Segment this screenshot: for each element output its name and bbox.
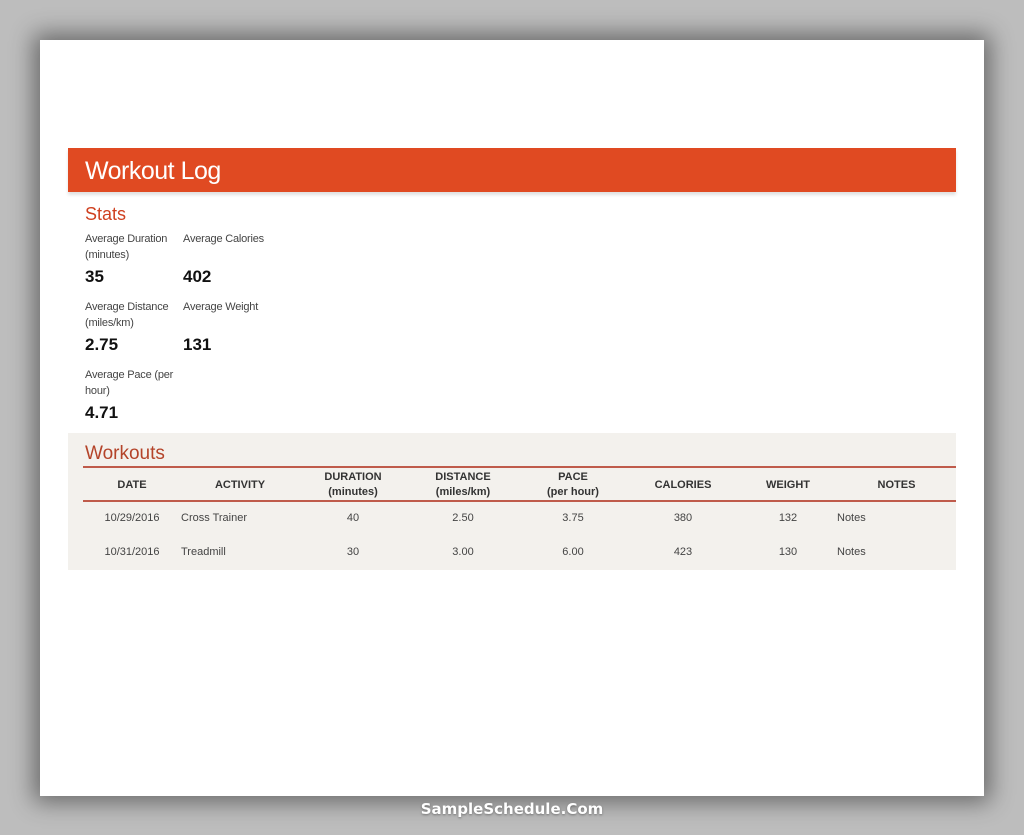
watermark: SampleSchedule.Com [420, 800, 604, 818]
column-header-pace[interactable]: PACE (per hour) [519, 469, 627, 501]
cell-date[interactable]: 10/31/2016 [83, 535, 181, 569]
cell-notes[interactable]: Notes [837, 501, 956, 535]
cell-weight[interactable]: 132 [739, 501, 837, 535]
column-header-date[interactable]: DATE [83, 469, 181, 501]
stat-label: Average Distance (miles/km) [85, 301, 169, 329]
stat-average-distance: Average Distance (miles/km) 2.75 [85, 299, 180, 355]
title-banner: Workout Log [68, 148, 956, 192]
stat-value: 2.75 [85, 335, 119, 354]
cell-pace[interactable]: 6.00 [519, 535, 627, 569]
cell-duration[interactable]: 30 [299, 535, 407, 569]
column-header-calories[interactable]: CALORIES [627, 469, 739, 501]
cell-notes[interactable]: Notes [837, 535, 956, 569]
table-header-row: DATE ACTIVITY DURATION (minutes) DISTANCE… [83, 469, 956, 501]
cell-activity[interactable]: Treadmill [181, 535, 299, 569]
stat-value: 35 [85, 267, 104, 286]
column-header-weight[interactable]: WEIGHT [739, 469, 837, 501]
page-title: Workout Log [85, 157, 221, 185]
cell-date[interactable]: 10/29/2016 [83, 501, 181, 535]
stat-label: Average Duration (minutes) [85, 233, 168, 261]
cell-calories[interactable]: 423 [627, 535, 739, 569]
stat-label: Average Calories [183, 233, 264, 245]
workouts-table: DATE ACTIVITY DURATION (minutes) DISTANCE… [83, 469, 956, 569]
table-row: 10/31/2016 Treadmill 30 3.00 6.00 423 13… [83, 535, 956, 569]
workouts-section: Workouts DATE ACTIVITY DURATION (minutes)… [68, 433, 956, 570]
stat-average-calories: Average Calories 402 [183, 231, 278, 287]
stat-average-pace: Average Pace (per hour) 4.71 [85, 367, 180, 423]
cell-calories[interactable]: 380 [627, 501, 739, 535]
header-top-rule [83, 466, 956, 468]
stat-label: Average Pace (per hour) [85, 369, 174, 397]
column-header-duration[interactable]: DURATION (minutes) [299, 469, 407, 501]
stat-label: Average Weight [183, 301, 259, 313]
table-row: 10/29/2016 Cross Trainer 40 2.50 3.75 38… [83, 501, 956, 535]
stat-value: 402 [183, 267, 212, 286]
cell-weight[interactable]: 130 [739, 535, 837, 569]
stats-heading: Stats [85, 204, 127, 224]
cell-distance[interactable]: 3.00 [407, 535, 519, 569]
cell-distance[interactable]: 2.50 [407, 501, 519, 535]
workouts-heading: Workouts [85, 443, 165, 464]
stat-value: 4.71 [85, 403, 119, 422]
column-header-distance[interactable]: DISTANCE (miles/km) [407, 469, 519, 501]
stat-average-weight: Average Weight 131 [183, 299, 278, 355]
stat-value: 131 [183, 335, 212, 354]
column-header-notes[interactable]: NOTES [837, 469, 956, 501]
document-page: Workout Log Stats Average Duration (minu… [40, 40, 984, 796]
cell-duration[interactable]: 40 [299, 501, 407, 535]
column-header-activity[interactable]: ACTIVITY [181, 469, 299, 501]
cell-pace[interactable]: 3.75 [519, 501, 627, 535]
cell-activity[interactable]: Cross Trainer [181, 501, 299, 535]
stat-average-duration: Average Duration (minutes) 35 [85, 231, 180, 287]
